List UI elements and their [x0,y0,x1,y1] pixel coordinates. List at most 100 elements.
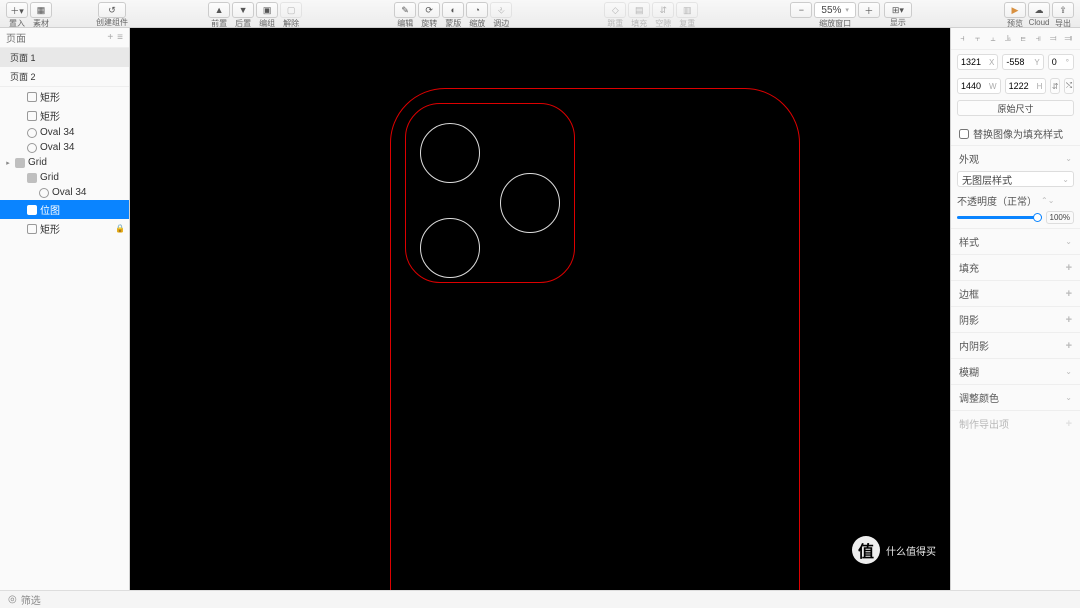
layer-row[interactable]: 矩形 [0,106,129,125]
canvas[interactable]: 值 什么值得买 [130,28,950,590]
align-bottom-icon[interactable]: ⫣ [1033,32,1044,45]
add-page-icon[interactable]: + [107,32,113,43]
camera-lens-2 [500,173,560,233]
filter-icon[interactable]: ◎ [8,594,17,605]
y-field[interactable]: Y [1002,54,1043,70]
shadow-section[interactable]: 阴影+ [951,307,1080,332]
page-item[interactable]: 页面 1 [0,48,129,67]
fill-top-button[interactable]: ▤ [628,2,650,18]
layer-label: Oval 34 [52,187,86,198]
layer-row[interactable]: ▸Grid [0,155,129,170]
edit-button[interactable]: ✎ [394,2,416,18]
border-section[interactable]: 边框+ [951,281,1080,306]
layer-style-select[interactable]: 无图层样式⌄ [957,171,1074,187]
send-backward-button[interactable]: ▼ [232,2,254,18]
mask-button[interactable]: ◐ [442,2,464,18]
align-left-icon[interactable]: ⫞ [957,32,968,45]
oval-icon [39,188,49,198]
group-button[interactable]: ▣ [256,2,278,18]
distribute-h-icon[interactable]: ⫤ [1048,32,1059,45]
canvas-artboard [130,28,950,590]
ungroup-button[interactable]: ▢ [280,2,302,18]
align-tools: ⫞ ⫟ ⫠ ⫡ ⫢ ⫣ ⫤ ⫥ [951,28,1080,50]
lock-aspect-icon[interactable]: ⇵ [1050,78,1060,94]
zoom-level[interactable]: 55%▾ [814,2,856,18]
layer-row[interactable]: Oval 34 [0,185,129,200]
layer-row[interactable]: 矩形 🔒 [0,219,129,238]
list-icon[interactable]: ≡ [117,32,123,43]
rect-icon [27,92,37,102]
align-center-h-icon[interactable]: ⫟ [972,32,983,45]
img-icon [27,205,37,215]
grid-icon [15,158,25,168]
camera-lens-1 [420,123,480,183]
status-bar: ◎ 筛选 [0,590,1080,608]
oval-icon [27,128,37,138]
oval-icon [27,143,37,153]
scale-button[interactable]: ◔ [466,2,488,18]
rotation-field[interactable]: ° [1048,54,1074,70]
align-top-icon[interactable]: ⫡ [1002,32,1013,45]
layer-row[interactable]: Oval 34 [0,125,129,140]
bring-forward-button[interactable]: ▲ [208,2,230,18]
export-section[interactable]: 制作导出项+ [951,411,1080,436]
distribute-v-icon[interactable]: ⫥ [1063,32,1074,45]
layer-row[interactable]: Grid [0,170,129,185]
layer-label: Oval 34 [40,127,74,138]
export-button[interactable]: ⇪ [1052,2,1074,18]
rect-icon [27,111,37,121]
replace-fill-checkbox[interactable]: 替换图像为填充样式 [951,122,1080,145]
x-field[interactable]: X [957,54,998,70]
inner-shadow-section[interactable]: 内阴影+ [951,333,1080,358]
zoom-out-button[interactable]: − [790,2,812,18]
fill-section[interactable]: 填充+ [951,255,1080,280]
align-right-icon[interactable]: ⫠ [987,32,998,45]
opacity-slider[interactable] [957,216,1042,219]
cloud-button[interactable]: ☁ [1028,2,1050,18]
layer-label: 矩形 [40,108,60,123]
layer-label: 矩形 [40,221,60,236]
style-section[interactable]: 样式⌄ [951,229,1080,254]
flip-icon[interactable]: ⤭ [1064,78,1074,94]
layer-label: Grid [40,172,59,183]
preview-button[interactable]: ▶ [1004,2,1026,18]
zoom-in-button[interactable]: ＋ [858,2,880,18]
edge-button[interactable]: ⎀ [490,2,512,18]
left-panel: 页面 +≡ 页面 1页面 2 矩形矩形Oval 34Oval 34▸GridGr… [0,28,130,590]
rect-icon [27,224,37,234]
top-toolbar: ＋▾ ▦ 置入素材 ↺ 创建组件 ▲ ▼ ▣ ▢ 前置一层后置一层编组解除编组 … [0,0,1080,28]
layer-label: 矩形 [40,89,60,104]
layer-row[interactable]: 位图 [0,200,129,219]
layer-label: 位图 [40,202,60,217]
layers-list: 矩形矩形Oval 34Oval 34▸GridGridOval 34位图矩形🔒 [0,86,129,590]
layer-label: Oval 34 [40,142,74,153]
opacity-value[interactable]: 100% [1046,211,1074,224]
page-item[interactable]: 页面 2 [0,67,129,86]
blur-section[interactable]: 模糊⌄ [951,359,1080,384]
right-inspector: ⫞ ⫟ ⫠ ⫡ ⫢ ⫣ ⫤ ⫥ X Y ° W H ⇵ ⤭ 原始尺寸 替换图像为… [950,28,1080,590]
height-field[interactable]: H [1005,78,1047,94]
width-field[interactable]: W [957,78,1001,94]
filter-label[interactable]: 筛选 [21,592,41,607]
color-adjust-section[interactable]: 调整颜色⌄ [951,385,1080,410]
repeat-button[interactable]: ▥ [676,2,698,18]
rotate-button[interactable]: ⟳ [418,2,440,18]
assets-button[interactable]: ▦ [30,2,52,18]
gap-button[interactable]: ⇵ [652,2,674,18]
insert-button[interactable]: ＋▾ [6,2,28,18]
appearance-section[interactable]: 外观⌄ [951,146,1080,171]
original-size-button[interactable]: 原始尺寸 [957,100,1074,116]
layer-row[interactable]: 矩形 [0,87,129,106]
grid-icon [27,173,37,183]
watermark: 值 什么值得买 [852,536,936,564]
display-button[interactable]: ⊞▾ [884,2,912,18]
align-middle-v-icon[interactable]: ⫢ [1018,32,1029,45]
opacity-label: 不透明度（正常）⌃⌄ [957,193,1074,208]
camera-lens-3 [420,218,480,278]
lock-icon: 🔒 [115,224,125,233]
layer-row[interactable]: Oval 34 [0,140,129,155]
pages-header: 页面 +≡ [0,28,129,48]
create-component-button[interactable]: ↺ [98,2,126,18]
swap-button[interactable]: ◇ [604,2,626,18]
layer-label: Grid [28,157,47,168]
